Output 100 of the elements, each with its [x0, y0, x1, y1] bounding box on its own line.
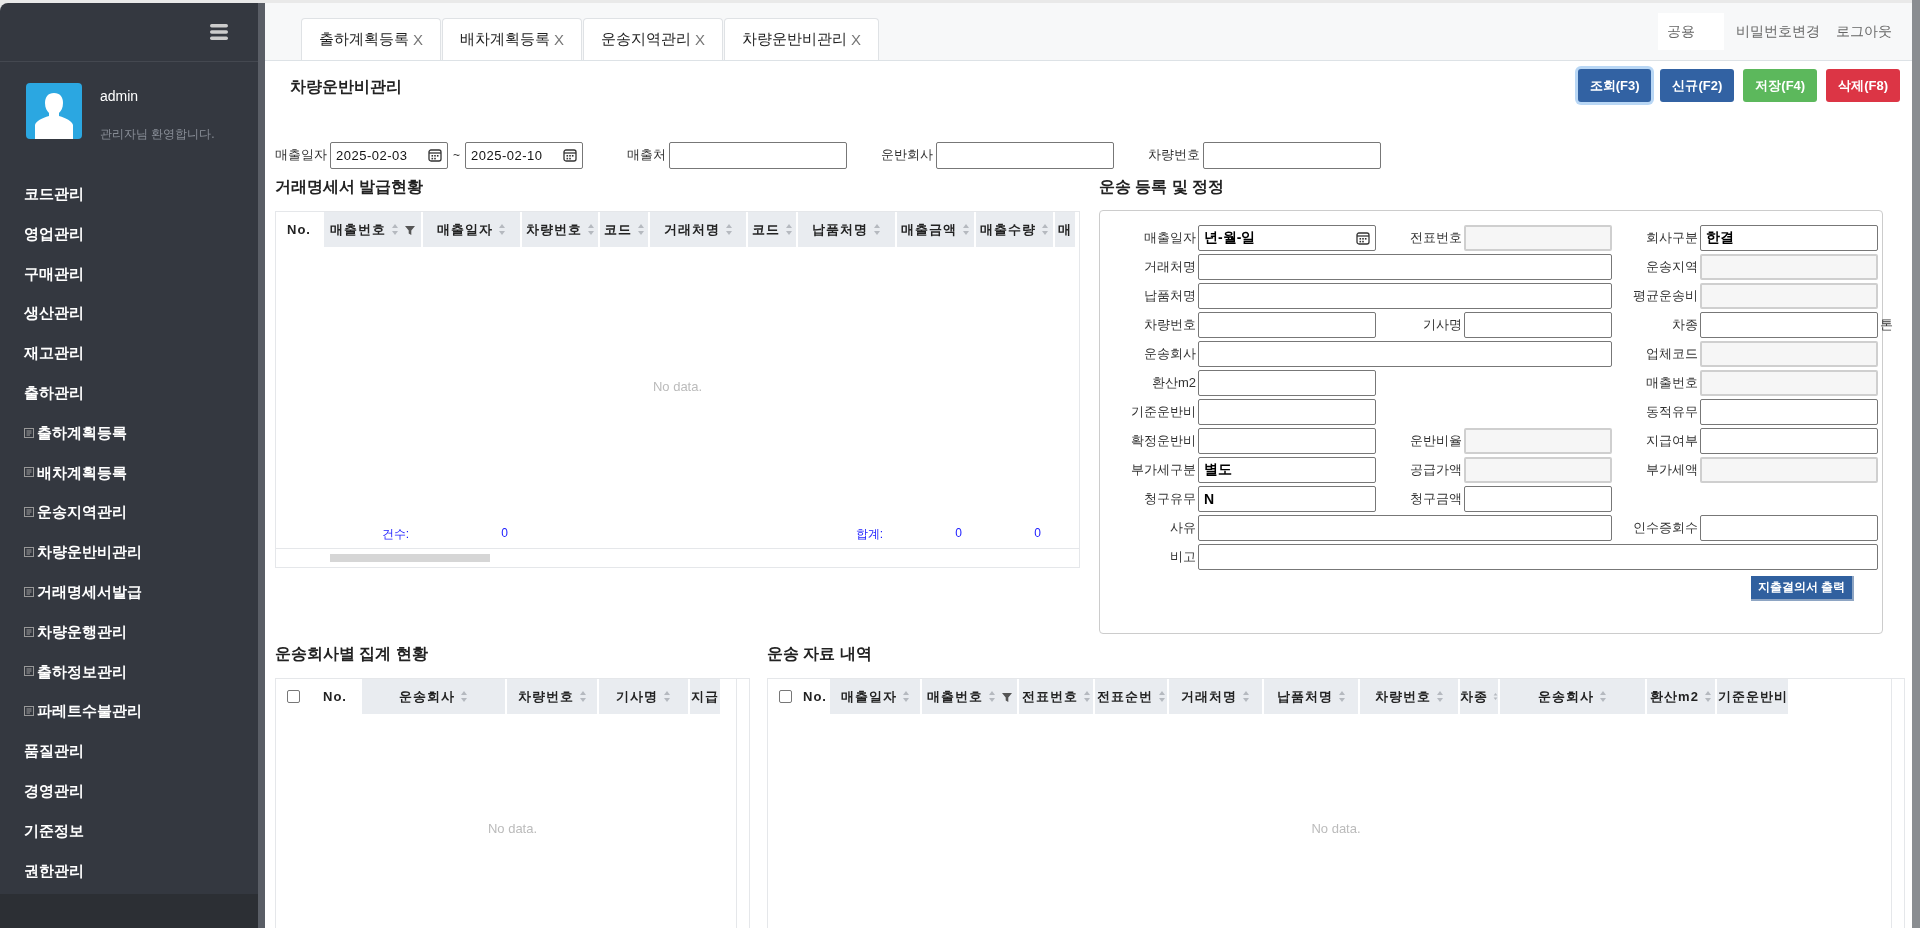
sidebar-item[interactable]: 기준정보: [0, 810, 84, 851]
sidebar-item[interactable]: 출하관리: [0, 373, 84, 413]
column-header[interactable]: 거래처명: [1169, 679, 1264, 714]
column-header[interactable]: 납품처명: [1264, 679, 1360, 714]
column-header[interactable]: 지급: [690, 679, 722, 714]
input-field[interactable]: [1198, 312, 1376, 338]
input-field[interactable]: [1198, 399, 1376, 425]
field-label: 부가세액: [1646, 461, 1698, 479]
tab[interactable]: 차량운반비관리 X: [724, 18, 880, 60]
input-field[interactable]: 별도: [1198, 457, 1376, 483]
column-header[interactable]: 매출수량: [976, 212, 1055, 247]
sidebar-item[interactable]: 재고관리: [0, 333, 84, 373]
column-header[interactable]: 차량번호: [522, 212, 600, 247]
sort-icon: [1599, 690, 1607, 703]
input-field[interactable]: [1198, 341, 1612, 367]
column-header[interactable]: 매출번호: [922, 679, 1019, 714]
search-field[interactable]: [669, 141, 847, 169]
close-tab-button[interactable]: X: [554, 31, 565, 48]
sidebar-subitem[interactable]: 출하정보관리: [0, 651, 127, 692]
input-field[interactable]: [1198, 370, 1376, 396]
input-field[interactable]: [1700, 428, 1878, 454]
sidebar-item[interactable]: 권한관리: [0, 850, 84, 891]
close-tab-button[interactable]: X: [851, 31, 862, 48]
column-header[interactable]: 차량번호: [1360, 679, 1460, 714]
column-header[interactable]: 기사명: [599, 679, 690, 714]
date-field[interactable]: 2025-02-03: [330, 141, 448, 169]
column-header[interactable]: 코드: [748, 212, 798, 247]
field-label: 부가세구분: [1131, 461, 1196, 479]
print-button[interactable]: 지출결의서 출력: [1750, 576, 1854, 601]
scrollbar[interactable]: [330, 554, 490, 562]
sidebar-item[interactable]: 생산관리: [0, 293, 84, 334]
summary-value: 건수:: [381, 527, 409, 541]
input-field[interactable]: [1198, 428, 1376, 454]
document-icon: [24, 426, 34, 439]
close-tab-button[interactable]: X: [695, 31, 706, 48]
input-field[interactable]: [1198, 254, 1612, 280]
column-header[interactable]: 납품처명: [798, 212, 897, 247]
input-field[interactable]: [1700, 399, 1878, 425]
sort-icon: [1703, 690, 1712, 703]
search-field[interactable]: [1203, 141, 1381, 169]
sidebar-subitem[interactable]: 차량운반비관리: [0, 532, 142, 572]
column-header[interactable]: 기준운반비: [1717, 679, 1790, 714]
sidebar-item[interactable]: 경영관리: [0, 770, 84, 811]
column-header[interactable]: 매: [1055, 212, 1077, 247]
sidebar-subitem[interactable]: 차량운행관리: [0, 611, 127, 652]
search-field[interactable]: [936, 141, 1114, 169]
column-header[interactable]: 매출일자: [830, 679, 922, 714]
action-button[interactable]: 삭제(F8): [1826, 69, 1900, 102]
sidebar-subitem[interactable]: 출하계획등록: [0, 412, 127, 453]
column-header[interactable]: 거래처명: [650, 212, 748, 247]
input-field[interactable]: [1464, 312, 1612, 338]
sidebar-item[interactable]: 영업관리: [0, 213, 84, 254]
column-header[interactable]: 전표순번: [1095, 679, 1169, 714]
field-label: 환산m2: [1151, 374, 1196, 392]
menu-icon[interactable]: [210, 23, 228, 41]
sidebar-subitem[interactable]: 거래명세서발급: [0, 571, 142, 612]
select-all-checkbox[interactable]: [778, 690, 792, 703]
tab[interactable]: 출하계획등록 X: [301, 18, 441, 60]
field-label: 납품처명: [1144, 287, 1196, 305]
column-header[interactable]: 운송회사: [362, 679, 507, 714]
sort-icon: [1435, 690, 1444, 703]
column-header[interactable]: 코드: [600, 212, 650, 247]
input-field[interactable]: [1198, 515, 1612, 541]
input-field[interactable]: [1464, 486, 1612, 512]
sidebar-subitem[interactable]: 배차계획등록: [0, 452, 127, 493]
input-field[interactable]: [1198, 283, 1612, 309]
input-field[interactable]: [1700, 312, 1878, 338]
close-tab-button[interactable]: X: [413, 31, 423, 48]
field-label: 청구유무: [1144, 490, 1196, 508]
field-label: 평균운송비: [1633, 287, 1698, 305]
sidebar-item[interactable]: 코드관리: [0, 174, 84, 214]
sidebar-subitem[interactable]: 운송지역관리: [0, 492, 127, 533]
action-button[interactable]: 조회(F3): [1577, 69, 1652, 102]
column-header[interactable]: 매출금액: [897, 212, 976, 247]
column-header[interactable]: 전표번호: [1019, 679, 1095, 714]
scope-field[interactable]: 공용: [1658, 13, 1724, 50]
select-all-checkbox[interactable]: [286, 690, 300, 703]
input-field[interactable]: [1198, 544, 1878, 570]
input-field[interactable]: [1700, 515, 1878, 541]
column-header[interactable]: 매출일자: [423, 212, 522, 247]
sidebar-subitem[interactable]: 파레트수불관리: [0, 691, 142, 732]
action-button[interactable]: 신규(F2): [1660, 69, 1735, 102]
column-header[interactable]: 환산m2: [1647, 679, 1717, 714]
sidebar-item[interactable]: 품질관리: [0, 731, 84, 771]
sort-icon: [498, 223, 506, 236]
field-label: 기사명: [1423, 316, 1462, 334]
header-link[interactable]: 비밀번호변경: [1736, 22, 1820, 41]
column-header[interactable]: 차종: [1460, 679, 1500, 714]
column-header[interactable]: 매출번호: [324, 212, 423, 247]
header-link[interactable]: 로그아웃: [1836, 22, 1892, 41]
tab[interactable]: 배차계획등록 X: [442, 18, 583, 60]
sidebar-item[interactable]: 구매관리: [0, 253, 84, 294]
date-field[interactable]: 2025-02-10: [465, 141, 583, 169]
tab[interactable]: 운송지역관리 X: [583, 18, 724, 60]
input-field[interactable]: N: [1198, 486, 1376, 512]
date-field[interactable]: 년-월-일: [1198, 225, 1376, 251]
column-header[interactable]: 운송회사: [1500, 679, 1647, 714]
input-field[interactable]: 한결: [1700, 225, 1878, 251]
section-title: 운송 자료 내역: [767, 644, 872, 664]
column-header[interactable]: 차량번호: [507, 679, 599, 714]
